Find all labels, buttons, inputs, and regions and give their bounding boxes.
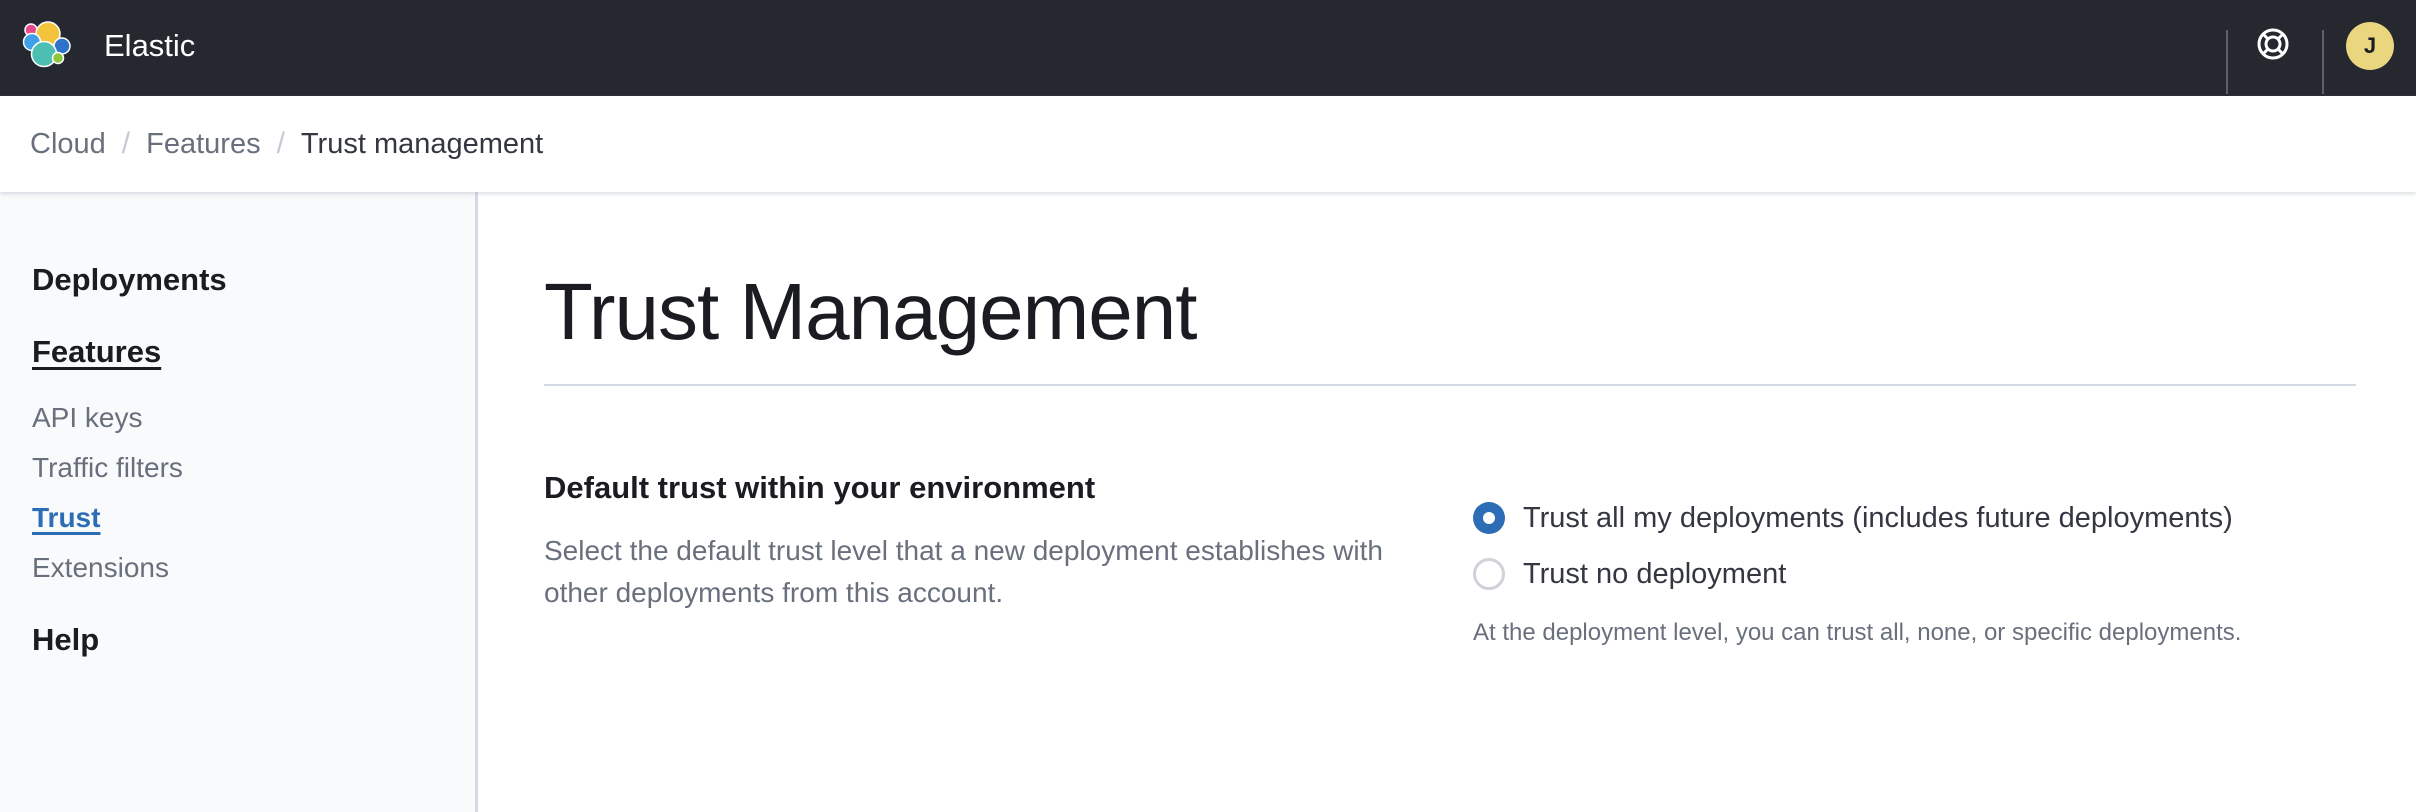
breadcrumb-trust-management: Trust management [300,128,544,160]
sidebar-item-features[interactable]: Features [32,332,161,372]
radio-label: Trust no deployment [1523,558,1787,590]
app-title: Elastic [104,28,196,63]
breadcrumb-separator: / [276,127,285,160]
sidebar-item-api-keys[interactable]: API keys [32,398,142,438]
elastic-logo-icon[interactable] [22,20,74,72]
breadcrumb-cloud[interactable]: Cloud [30,124,106,164]
radio-label: Trust all my deployments (includes futur… [1523,502,2233,534]
breadcrumb-bar: Cloud / Features / Trust management [0,96,2416,192]
title-divider [544,384,2356,386]
breadcrumb-separator: / [121,127,131,160]
top-header: Elastic J [0,0,2416,96]
user-avatar[interactable]: J [2346,22,2394,70]
sidebar: Deployments Features API keys Traffic fi… [0,192,478,812]
breadcrumb: Cloud / Features / Trust management [30,124,543,164]
sidebar-item-trust[interactable]: Trust [32,498,100,538]
sidebar-item-traffic-filters[interactable]: Traffic filters [32,448,183,488]
help-button[interactable] [2255,28,2291,64]
sidebar-item-extensions[interactable]: Extensions [32,548,169,588]
main-content: Trust Management Default trust within yo… [481,192,2416,812]
section-description: Select the default trust level that a ne… [544,535,1383,608]
radio-trust-all[interactable]: Trust all my deployments (includes futur… [1473,498,2233,538]
section-title: Default trust within your environment [544,470,1096,505]
radio-unchecked-icon[interactable] [1473,558,1505,590]
breadcrumb-features[interactable]: Features [146,124,260,164]
page-title: Trust Management [544,267,1197,356]
header-divider [2322,30,2324,94]
radio-trust-none[interactable]: Trust no deployment [1473,554,1786,594]
help-text: At the deployment level, you can trust a… [1473,619,2242,646]
radio-checked-icon[interactable] [1473,502,1505,534]
lifebuoy-icon [2256,27,2290,66]
header-divider [2226,30,2228,94]
sidebar-item-help[interactable]: Help [32,620,99,660]
sidebar-item-deployments[interactable]: Deployments [32,260,227,300]
